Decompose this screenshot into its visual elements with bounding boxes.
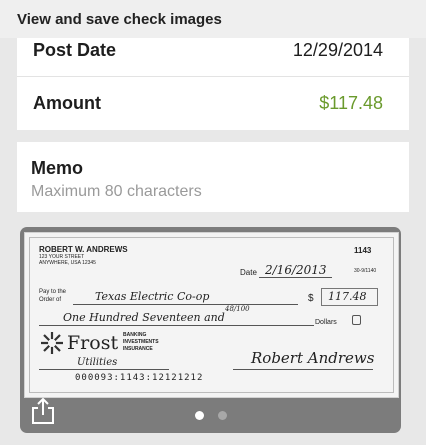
- check-image-viewer[interactable]: ROBERT W. ANDREWS 123 YOUR STREET ANYWHE…: [20, 227, 401, 433]
- memo-line: Utilities: [77, 357, 118, 368]
- date-value: 2/16/2013: [265, 263, 327, 277]
- routing-fraction: 30-9/1140: [354, 268, 377, 274]
- post-date-value: 12/29/2014: [292, 40, 383, 60]
- page-indicator[interactable]: [20, 407, 401, 425]
- bank-tagline-2: INVESTMENTS: [123, 339, 159, 345]
- payer-name: ROBERT W. ANDREWS: [39, 245, 128, 254]
- check-image: ROBERT W. ANDREWS 123 YOUR STREET ANYWHE…: [24, 232, 399, 398]
- amount-value: $117.48: [319, 93, 383, 113]
- memo-section[interactable]: Memo Maximum 80 characters: [17, 142, 409, 212]
- dollar-sign: $: [308, 293, 314, 304]
- bank-logo: Frost BANKING INVESTMENTS INSURANCE: [39, 330, 189, 358]
- amount-row: Amount $117.48: [17, 77, 409, 130]
- memo-label: Memo: [31, 158, 84, 178]
- signature: Robert Andrews: [251, 349, 375, 367]
- dollars-label: Dollars: [315, 319, 337, 326]
- bank-logo-icon: [41, 332, 63, 354]
- memo-input-placeholder[interactable]: Maximum 80 characters: [31, 183, 202, 201]
- pay-to-label-1: Pay to the: [39, 289, 67, 295]
- date-label: Date: [240, 268, 257, 277]
- amount-label: Amount: [33, 93, 101, 113]
- amount-cents: 48/100: [225, 305, 250, 313]
- micr-line: 000093:1143:12121212: [75, 373, 204, 383]
- amount-words: One Hundred Seventeen and: [63, 311, 225, 324]
- row-divider: [17, 76, 409, 77]
- check-number: 1143: [354, 246, 372, 255]
- bank-name: Frost: [67, 332, 119, 354]
- payee: Texas Electric Co-op: [95, 290, 210, 303]
- pay-to-label-2: Order of: [39, 297, 62, 303]
- details-card: Post Date 12/29/2014 Amount $117.48: [17, 38, 409, 130]
- payer-address-2: ANYWHERE, USA 12345: [39, 260, 96, 266]
- lock-icon: [352, 315, 361, 325]
- page-dot-2[interactable]: [217, 411, 227, 420]
- page-dot-1[interactable]: [194, 411, 204, 420]
- post-date-row: Post Date 12/29/2014: [17, 24, 409, 77]
- bank-tagline-3: INSURANCE: [123, 346, 153, 352]
- bank-tagline-1: BANKING: [123, 332, 147, 338]
- post-date-label: Post Date: [33, 40, 117, 60]
